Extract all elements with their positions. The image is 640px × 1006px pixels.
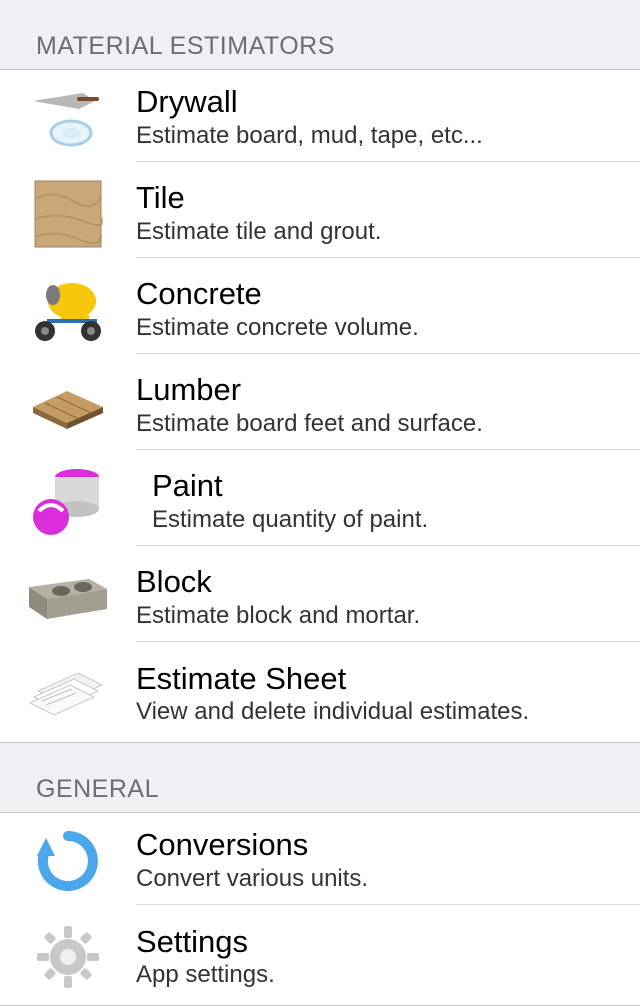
row-estimate-sheet[interactable]: Estimate Sheet View and delete individua… (0, 646, 640, 742)
section-header-material: MATERIAL ESTIMATORS (0, 0, 640, 69)
settings-gear-icon (0, 918, 136, 996)
row-title: Estimate Sheet (136, 661, 640, 698)
row-title: Concrete (136, 276, 640, 313)
section-material: Drywall Estimate board, mud, tape, etc..… (0, 69, 640, 743)
paint-icon (0, 463, 136, 541)
row-paint[interactable]: Paint Estimate quantity of paint. (0, 454, 640, 550)
lumber-icon (0, 367, 136, 445)
row-subtitle: App settings. (136, 960, 640, 990)
section-header-general: GENERAL (0, 743, 640, 812)
row-conversions[interactable]: Conversions Convert various units. (0, 813, 640, 909)
row-subtitle: Estimate board feet and surface. (136, 409, 640, 439)
row-settings[interactable]: Settings App settings. (0, 909, 640, 1005)
row-subtitle: Convert various units. (136, 864, 640, 894)
row-concrete[interactable]: Concrete Estimate concrete volume. (0, 262, 640, 358)
row-subtitle: Estimate block and mortar. (136, 601, 640, 631)
block-icon (0, 559, 136, 637)
row-subtitle: View and delete individual estimates. (136, 697, 640, 727)
row-drywall[interactable]: Drywall Estimate board, mud, tape, etc..… (0, 70, 640, 166)
row-title: Settings (136, 924, 640, 961)
row-title: Drywall (136, 84, 640, 121)
estimate-sheet-icon (0, 655, 136, 733)
row-title: Paint (152, 468, 640, 505)
row-lumber[interactable]: Lumber Estimate board feet and surface. (0, 358, 640, 454)
row-title: Conversions (136, 827, 640, 864)
drywall-icon (0, 79, 136, 157)
row-block[interactable]: Block Estimate block and mortar. (0, 550, 640, 646)
row-title: Lumber (136, 372, 640, 409)
section-general: Conversions Convert various units. (0, 812, 640, 1006)
row-title: Tile (136, 180, 640, 217)
row-tile[interactable]: Tile Estimate tile and grout. (0, 166, 640, 262)
tile-icon (0, 175, 136, 253)
conversions-icon (0, 822, 136, 900)
row-subtitle: Estimate concrete volume. (136, 313, 640, 343)
row-title: Block (136, 564, 640, 601)
row-subtitle: Estimate tile and grout. (136, 217, 640, 247)
row-subtitle: Estimate board, mud, tape, etc... (136, 121, 640, 151)
concrete-mixer-icon (0, 271, 136, 349)
row-subtitle: Estimate quantity of paint. (152, 505, 640, 535)
